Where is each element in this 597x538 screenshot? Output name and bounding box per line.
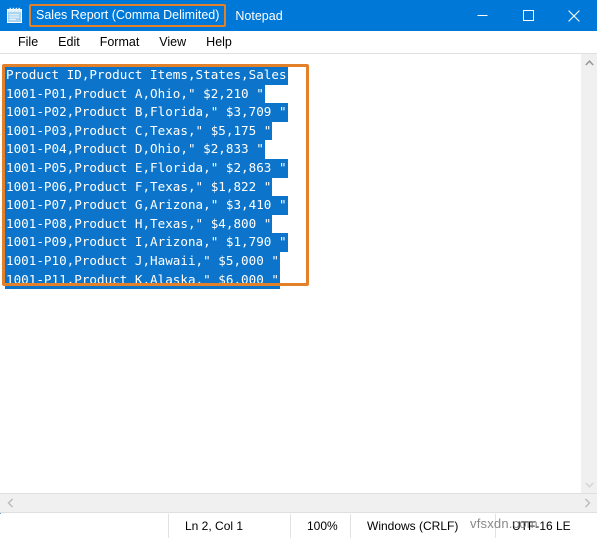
- document-line: 1001-P09,Product I,Arizona," $1,790 ": [5, 233, 288, 252]
- chevron-left-icon: [6, 498, 13, 508]
- document-line: Product ID,Product Items,States,Sales: [5, 66, 288, 85]
- minimize-button[interactable]: [459, 0, 505, 31]
- menu-bar: File Edit Format View Help: [0, 31, 597, 53]
- vertical-scrollbar[interactable]: [580, 54, 597, 493]
- horizontal-scrollbar[interactable]: [0, 493, 597, 513]
- minimize-icon: [477, 15, 487, 16]
- status-zoom-level[interactable]: 100%: [290, 514, 350, 538]
- menu-item-help[interactable]: Help: [197, 33, 241, 51]
- scroll-left-button[interactable]: [0, 494, 20, 512]
- document-line: 1001-P07,Product G,Arizona," $3,410 ": [5, 196, 288, 215]
- window-title: Sales Report (Comma Delimited) Notepad: [26, 0, 459, 31]
- document-line: 1001-P10,Product J,Hawaii," $5,000 ": [5, 251, 280, 271]
- title-bar: Sales Report (Comma Delimited) Notepad: [0, 0, 597, 31]
- window-controls: [459, 0, 597, 31]
- title-document-name: Sales Report (Comma Delimited): [36, 8, 220, 22]
- document-line: 1001-P05,Product E,Florida," $2,863 ": [5, 158, 288, 178]
- maximize-button[interactable]: [505, 0, 551, 31]
- chevron-down-icon: [585, 481, 594, 488]
- document-line: 1001-P02,Product B,Florida," $3,709 ": [5, 103, 288, 122]
- document-line: 1001-P04,Product D,Ohio," $2,833 ": [5, 140, 265, 159]
- chevron-right-icon: [584, 498, 591, 508]
- menu-item-view[interactable]: View: [150, 33, 195, 51]
- notepad-icon: [6, 7, 23, 24]
- document-line: 1001-P06,Product F,Texas," $1,822 ": [5, 177, 273, 197]
- scroll-up-button[interactable]: [581, 54, 597, 71]
- status-encoding: UTF-16 LE: [495, 514, 595, 538]
- client-area: Product ID,Product Items,States,Sales 100…: [0, 53, 597, 493]
- status-bar: Ln 2, Col 1 100% Windows (CRLF) UTF-16 L…: [0, 514, 597, 538]
- document-line: 1001-P03,Product C,Texas," $5,175 ": [5, 121, 273, 141]
- document-line: 1001-P08,Product H,Texas," $4,800 ": [5, 214, 273, 234]
- document-line: 1001-P11,Product K,Alaska," $6,000 ": [5, 270, 280, 290]
- title-document-annotation: Sales Report (Comma Delimited): [29, 4, 227, 27]
- scroll-right-button[interactable]: [577, 494, 597, 512]
- menu-item-format[interactable]: Format: [91, 33, 149, 51]
- status-line-ending: Windows (CRLF): [350, 514, 495, 538]
- title-app-name: Notepad: [235, 8, 283, 23]
- text-editor[interactable]: Product ID,Product Items,States,Sales 100…: [0, 54, 580, 493]
- chevron-up-icon: [585, 59, 594, 66]
- status-spacer: [0, 514, 168, 538]
- document-line: 1001-P01,Product A,Ohio," $2,210 ": [5, 84, 265, 104]
- menu-item-file[interactable]: File: [9, 33, 47, 51]
- scroll-down-button[interactable]: [581, 476, 597, 493]
- notepad-window: Sales Report (Comma Delimited) Notepad F…: [0, 0, 597, 538]
- maximize-icon: [522, 10, 534, 21]
- close-button[interactable]: [551, 0, 597, 31]
- document-text[interactable]: Product ID,Product Items,States,Sales 100…: [5, 66, 288, 290]
- menu-item-edit[interactable]: Edit: [49, 33, 89, 51]
- status-cursor-position: Ln 2, Col 1: [168, 514, 290, 538]
- close-icon: [568, 9, 580, 22]
